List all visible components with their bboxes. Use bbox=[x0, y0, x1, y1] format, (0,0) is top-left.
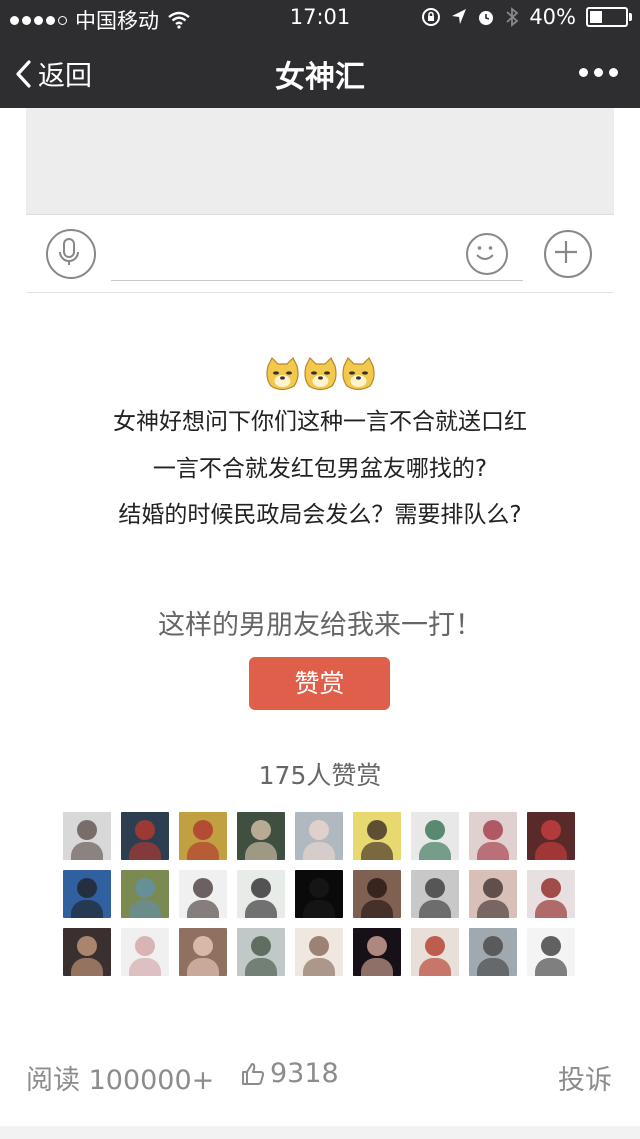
article-line: 一言不合就发红包男盆友哪找的? bbox=[152, 456, 488, 482]
read-count: 阅读 100000+ bbox=[26, 1065, 215, 1096]
avatar[interactable] bbox=[469, 870, 517, 918]
rotation-lock-icon bbox=[422, 8, 441, 26]
smile-icon bbox=[476, 246, 494, 260]
emoji-row bbox=[264, 356, 377, 393]
avatar[interactable] bbox=[179, 870, 227, 918]
avatar[interactable] bbox=[469, 928, 517, 976]
comment-preview-area bbox=[26, 108, 614, 214]
avatar[interactable] bbox=[527, 870, 575, 918]
doge-emoji-icon bbox=[266, 356, 299, 391]
article-footer: 阅读 100000+ 9318 投诉 bbox=[0, 1050, 640, 1098]
avatar[interactable] bbox=[179, 928, 227, 976]
avatar[interactable] bbox=[411, 870, 459, 918]
report-link[interactable]: 投诉 bbox=[558, 1058, 612, 1097]
page-title: 女神汇 bbox=[275, 60, 365, 95]
emoji-button[interactable] bbox=[466, 233, 508, 275]
battery-percent: 40% bbox=[529, 5, 576, 29]
article-line: 女神好想问下你们这种一言不合就送口红 bbox=[113, 409, 527, 435]
avatar[interactable] bbox=[121, 812, 169, 860]
avatar[interactable] bbox=[237, 870, 285, 918]
avatar[interactable] bbox=[121, 928, 169, 976]
doge-emoji-icon bbox=[342, 356, 375, 391]
avatar[interactable] bbox=[469, 812, 517, 860]
avatar[interactable] bbox=[353, 870, 401, 918]
doge-emoji-icon bbox=[304, 356, 337, 391]
plus-icon bbox=[555, 241, 577, 263]
avatar[interactable] bbox=[295, 870, 343, 918]
avatar[interactable] bbox=[237, 812, 285, 860]
alarm-icon bbox=[479, 11, 494, 25]
avatar[interactable] bbox=[527, 812, 575, 860]
avatar[interactable] bbox=[179, 812, 227, 860]
status-bar: 中国移动 17:01 40% bbox=[0, 0, 640, 36]
avatar[interactable] bbox=[63, 870, 111, 918]
avatar[interactable] bbox=[527, 928, 575, 976]
avatar[interactable] bbox=[353, 928, 401, 976]
bottom-strip bbox=[0, 1126, 640, 1139]
reward-button[interactable]: 赞赏 bbox=[249, 657, 390, 710]
avatar[interactable] bbox=[295, 812, 343, 860]
bluetooth-icon bbox=[506, 7, 519, 27]
location-icon bbox=[452, 9, 467, 24]
microphone-icon bbox=[59, 238, 79, 265]
avatar[interactable] bbox=[411, 928, 459, 976]
reward-avatars-grid bbox=[63, 812, 579, 976]
like-count: 9318 bbox=[270, 1058, 339, 1089]
reward-count: 175人赞赏 bbox=[258, 761, 382, 790]
battery-icon bbox=[586, 7, 632, 27]
divider bbox=[26, 214, 614, 215]
nav-bar: 返回 女神汇 bbox=[0, 36, 640, 108]
divider bbox=[26, 292, 614, 293]
avatar[interactable] bbox=[353, 812, 401, 860]
voice-button[interactable] bbox=[46, 229, 96, 279]
avatar[interactable] bbox=[411, 812, 459, 860]
more-options-icon[interactable] bbox=[579, 68, 618, 77]
reward-prompt: 这样的男朋友给我来一打！ bbox=[158, 610, 482, 641]
article-line: 结婚的时候民政局会发么？需要排队么? bbox=[118, 502, 522, 528]
comment-input[interactable] bbox=[111, 280, 523, 281]
top-bar: 中国移动 17:01 40% 返回 女神汇 bbox=[0, 0, 640, 108]
thumbs-up-icon bbox=[242, 1062, 265, 1085]
avatar[interactable] bbox=[63, 812, 111, 860]
more-actions-button[interactable] bbox=[544, 230, 592, 278]
like-button[interactable]: 9318 bbox=[240, 1058, 339, 1089]
avatar[interactable] bbox=[237, 928, 285, 976]
avatar[interactable] bbox=[295, 928, 343, 976]
status-right: 40% bbox=[421, 5, 632, 29]
avatar[interactable] bbox=[121, 870, 169, 918]
avatar[interactable] bbox=[63, 928, 111, 976]
